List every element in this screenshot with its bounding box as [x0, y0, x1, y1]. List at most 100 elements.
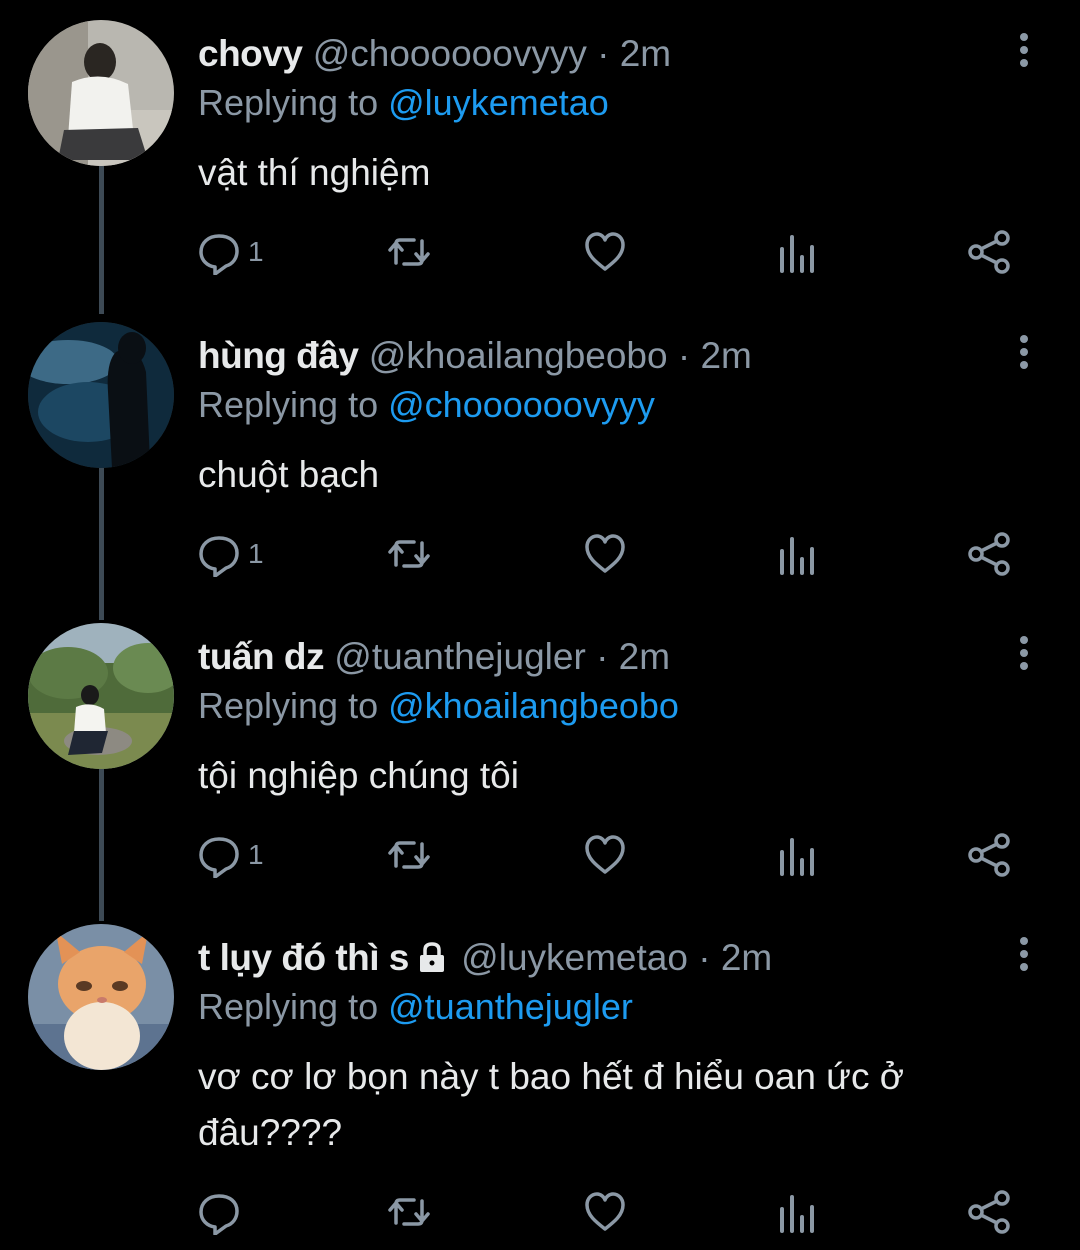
- lock-icon: [419, 942, 444, 972]
- more-vertical-icon[interactable]: [1012, 936, 1036, 972]
- reply-thread: chovy @choooooovyyy · 2m Replying to @lu…: [0, 0, 1080, 1250]
- action-bar: [0, 1182, 1080, 1242]
- tweet-text: tội nghiệp chúng tôi: [198, 755, 519, 796]
- views-button[interactable]: [774, 222, 820, 282]
- tweet-header: t lụy đó thì s @luykemetao · 2m: [198, 932, 772, 984]
- reply-button[interactable]: 1: [196, 222, 264, 282]
- replying-to-label: Replying to: [198, 685, 379, 726]
- like-button[interactable]: [582, 222, 628, 282]
- replying-to-mention[interactable]: @tuanthejugler: [388, 986, 633, 1027]
- share-icon: [968, 1190, 1010, 1234]
- user-handle[interactable]: @luykemetao: [461, 937, 688, 978]
- share-icon: [968, 230, 1010, 274]
- reply-bubble-icon: [199, 234, 239, 275]
- avatar-image: [28, 322, 174, 468]
- separator-dot: ·: [597, 33, 610, 74]
- share-button[interactable]: [966, 222, 1012, 282]
- user-handle[interactable]: @choooooovyyy: [313, 33, 587, 74]
- reply-bubble-icon: [199, 837, 239, 878]
- reply-count: 1: [248, 538, 264, 569]
- retweet-icon: [388, 1198, 430, 1226]
- share-icon: [968, 532, 1010, 576]
- views-bar-chart-icon: [780, 838, 814, 876]
- timestamp[interactable]: 2m: [620, 33, 671, 74]
- tweet-text: vật thí nghiệm: [198, 152, 431, 193]
- tweet[interactable]: hùng đây @khoailangbeobo · 2m Replying t…: [0, 302, 1080, 620]
- share-button[interactable]: [966, 1182, 1012, 1242]
- reply-bubble-icon: [199, 1194, 239, 1235]
- views-bar-chart-icon: [780, 1195, 814, 1233]
- timestamp[interactable]: 2m: [619, 636, 670, 677]
- heart-icon: [585, 835, 625, 874]
- action-bar: 1: [0, 524, 1080, 584]
- heart-icon: [585, 1192, 625, 1231]
- tweet-text: vơ cơ lơ bọn này t bao hết đ hiểu oan ức…: [198, 1056, 904, 1153]
- separator-dot: ·: [596, 636, 609, 677]
- views-button[interactable]: [774, 524, 820, 584]
- replying-to: Replying to @choooooovyyy: [198, 380, 655, 430]
- retweet-icon: [388, 841, 430, 869]
- reply-button[interactable]: [196, 1182, 248, 1242]
- user-handle[interactable]: @tuanthejugler: [334, 636, 586, 677]
- views-bar-chart-icon: [780, 537, 814, 575]
- reply-count: 1: [248, 839, 264, 870]
- retweet-icon: [388, 540, 430, 568]
- like-button[interactable]: [582, 1182, 628, 1242]
- heart-icon: [585, 534, 625, 573]
- replying-to: Replying to @tuanthejugler: [198, 982, 633, 1032]
- reply-count: 1: [248, 236, 264, 267]
- share-icon: [968, 833, 1010, 877]
- retweet-button[interactable]: [386, 1182, 432, 1242]
- avatar[interactable]: [28, 20, 174, 166]
- timestamp[interactable]: 2m: [700, 335, 751, 376]
- avatar[interactable]: [28, 924, 174, 1070]
- more-vertical-icon[interactable]: [1012, 635, 1036, 671]
- display-name[interactable]: tuấn dz: [198, 636, 324, 677]
- display-name[interactable]: chovy: [198, 33, 303, 74]
- action-bar: 1: [0, 825, 1080, 885]
- avatar-image: [28, 924, 174, 1070]
- reply-button[interactable]: 1: [196, 524, 264, 584]
- tweet[interactable]: t lụy đó thì s @luykemetao · 2m Replying…: [0, 904, 1080, 1250]
- tweet-header: hùng đây @khoailangbeobo · 2m: [198, 330, 752, 382]
- separator-dot: ·: [677, 335, 691, 376]
- retweet-button[interactable]: [386, 222, 432, 282]
- replying-to-label: Replying to: [198, 82, 379, 123]
- retweet-icon: [388, 238, 430, 266]
- replying-to-label: Replying to: [198, 384, 379, 425]
- tweet-header: tuấn dz @tuanthejugler · 2m: [198, 631, 670, 683]
- heart-icon: [585, 232, 625, 271]
- tweet[interactable]: chovy @choooooovyyy · 2m Replying to @lu…: [0, 0, 1080, 314]
- reply-button[interactable]: 1: [196, 825, 264, 885]
- replying-to: Replying to @khoailangbeobo: [198, 681, 679, 731]
- display-name[interactable]: t lụy đó thì s: [198, 937, 409, 978]
- share-button[interactable]: [966, 825, 1012, 885]
- retweet-button[interactable]: [386, 825, 432, 885]
- more-vertical-icon[interactable]: [1012, 334, 1036, 370]
- avatar[interactable]: [28, 623, 174, 769]
- display-name[interactable]: hùng đây: [198, 335, 359, 376]
- tweet[interactable]: tuấn dz @tuanthejugler · 2m Replying to …: [0, 603, 1080, 921]
- like-button[interactable]: [582, 825, 628, 885]
- replying-to-mention[interactable]: @luykemetao: [388, 82, 609, 123]
- avatar-image: [28, 623, 174, 769]
- avatar[interactable]: [28, 322, 174, 468]
- user-handle[interactable]: @khoailangbeobo: [369, 335, 668, 376]
- share-button[interactable]: [966, 524, 1012, 584]
- separator-dot: ·: [698, 937, 711, 978]
- tweet-text: chuột bạch: [198, 454, 380, 495]
- avatar-image: [28, 20, 174, 166]
- replying-to-mention[interactable]: @khoailangbeobo: [388, 685, 679, 726]
- tweet-header: chovy @choooooovyyy · 2m: [198, 28, 671, 80]
- retweet-button[interactable]: [386, 524, 432, 584]
- replying-to-label: Replying to: [198, 986, 379, 1027]
- reply-bubble-icon: [199, 536, 239, 577]
- replying-to: Replying to @luykemetao: [198, 78, 609, 128]
- like-button[interactable]: [582, 524, 628, 584]
- views-bar-chart-icon: [780, 235, 814, 273]
- views-button[interactable]: [774, 1182, 820, 1242]
- timestamp[interactable]: 2m: [721, 937, 772, 978]
- views-button[interactable]: [774, 825, 820, 885]
- replying-to-mention[interactable]: @choooooovyyy: [388, 384, 655, 425]
- more-vertical-icon[interactable]: [1012, 32, 1036, 68]
